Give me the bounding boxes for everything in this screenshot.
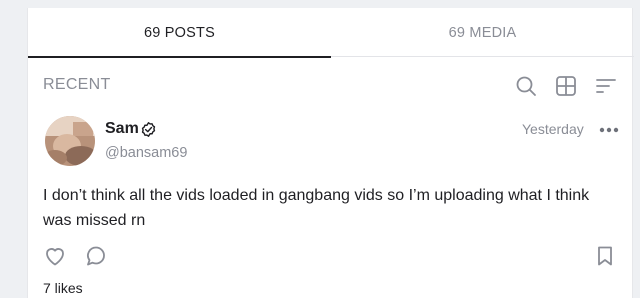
comment-icon[interactable] — [84, 244, 108, 268]
avatar[interactable] — [45, 116, 95, 166]
author-handle[interactable]: @bansam69 — [105, 145, 187, 161]
grid-icon[interactable] — [554, 74, 578, 98]
tab-media[interactable]: 69 MEDIA — [331, 8, 634, 57]
section-title: RECENT — [43, 76, 111, 93]
post-text: I don’t think all the vids loaded in gan… — [43, 187, 590, 229]
author-name[interactable]: Sam — [105, 120, 139, 138]
profile-feed-card: 69 POSTS 69 MEDIA RECENT Sam @bansam69 Y… — [27, 8, 634, 298]
profile-tabs: 69 POSTS 69 MEDIA — [28, 8, 634, 58]
search-icon[interactable] — [514, 74, 538, 98]
sort-icon[interactable] — [594, 74, 618, 98]
bookmark-icon[interactable] — [593, 244, 617, 268]
post-timestamp: Yesterday — [522, 121, 584, 137]
likes-count[interactable]: 7 likes — [43, 280, 83, 296]
heart-icon[interactable] — [43, 244, 67, 268]
tab-posts[interactable]: 69 POSTS — [28, 8, 331, 58]
verified-badge-icon — [141, 122, 156, 137]
more-options-icon[interactable] — [598, 124, 620, 136]
